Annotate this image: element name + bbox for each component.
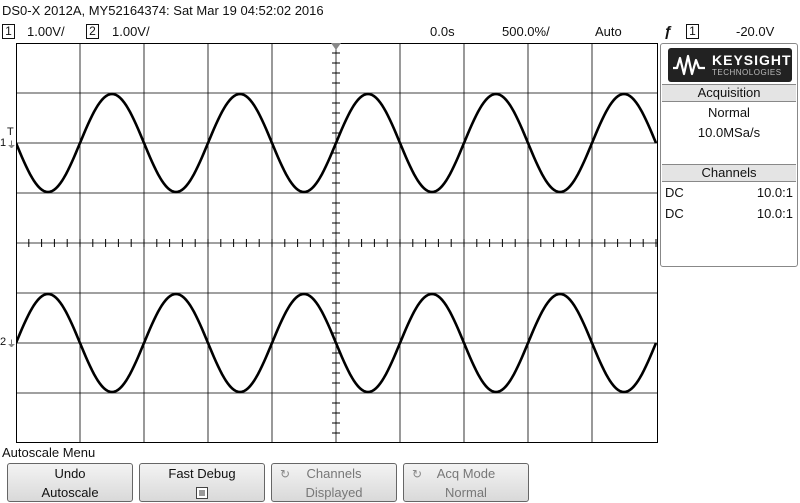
ground-icon: ⏚ <box>7 140 17 150</box>
acquisition-mode: Normal <box>708 105 750 120</box>
trigger-level: -20.0V <box>736 24 775 39</box>
channel-2-scale: 1.00V/ <box>112 24 150 39</box>
channel-2-key[interactable]: 2 <box>86 24 99 39</box>
waveform-display <box>16 43 658 443</box>
window-title: DS0-X 2012A, MY52164374: Sat Mar 19 04:5… <box>2 3 324 18</box>
menu-title: Autoscale Menu <box>2 445 96 460</box>
softkey-menu: Autoscale Menu Undo Autoscale Fast Debug… <box>0 444 800 503</box>
timebase-scale: 500.0%/ <box>502 24 550 39</box>
ground-icon: ⏚ <box>7 339 17 349</box>
status-bar: 1 1.00V/ 2 1.00V/ 0.0s 500.0%/ Auto ƒ 1 … <box>0 22 800 41</box>
trigger-source[interactable]: 1 <box>686 24 699 39</box>
acq-mode-button[interactable]: ↻ Acq Mode Normal <box>403 463 529 502</box>
trigger-level-marker: T <box>7 126 14 138</box>
trigger-mode: Auto <box>595 24 622 39</box>
horizontal-delay: 0.0s <box>430 24 455 39</box>
checkbox-icon <box>196 487 208 499</box>
fast-debug-button[interactable]: Fast Debug <box>139 463 265 502</box>
channel-1-key[interactable]: 1 <box>2 24 15 39</box>
keysight-wave-icon <box>673 54 705 76</box>
sample-rate: 10.0MSa/s <box>697 125 761 140</box>
channels-header: Channels <box>662 164 796 182</box>
rising-edge-icon: ƒ <box>664 23 673 40</box>
info-panel: KEYSIGHT TECHNOLOGIES Acquisition Normal… <box>660 43 798 267</box>
channels-displayed-button[interactable]: ↻ Channels Displayed <box>271 463 397 502</box>
acquisition-header: Acquisition <box>662 84 796 102</box>
channel-1-scale: 1.00V/ <box>27 24 65 39</box>
keysight-logo: KEYSIGHT TECHNOLOGIES <box>668 48 792 82</box>
undo-autoscale-button[interactable]: Undo Autoscale <box>7 463 133 502</box>
